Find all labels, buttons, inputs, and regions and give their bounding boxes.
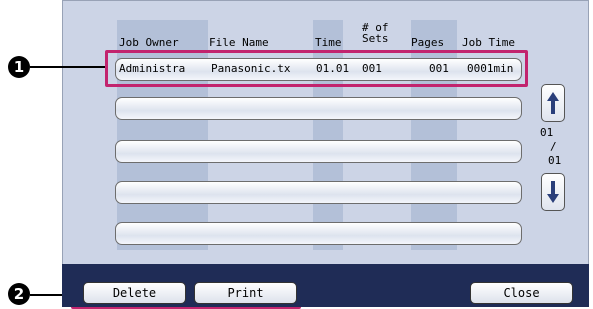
- arrow-down-icon: [547, 181, 559, 203]
- callout-badge-2: 2: [8, 283, 30, 305]
- scroll-down-button[interactable]: [541, 173, 565, 211]
- scroll-up-button[interactable]: [541, 84, 565, 122]
- callout-line-1: [30, 66, 105, 68]
- header-pages: Pages: [411, 36, 445, 49]
- header-sets-line2: Sets: [362, 32, 389, 45]
- page-separator: /: [550, 140, 557, 153]
- row-highlight-frame: [105, 50, 528, 87]
- page-current: 01: [540, 126, 554, 139]
- job-row-empty[interactable]: [115, 222, 522, 245]
- callout-badge-1: 1: [8, 56, 30, 78]
- header-time: Time: [315, 36, 342, 49]
- header-file-name: File Name: [209, 36, 269, 49]
- header-job-owner: Job Owner: [119, 36, 179, 49]
- page-total: 01: [548, 154, 562, 167]
- delete-button[interactable]: Delete: [83, 282, 186, 304]
- close-button[interactable]: Close: [470, 282, 573, 304]
- job-row-empty[interactable]: [115, 140, 522, 163]
- print-button[interactable]: Print: [194, 282, 297, 304]
- job-row-empty[interactable]: [115, 181, 522, 204]
- arrow-up-icon: [547, 92, 559, 114]
- header-job-time: Job Time: [462, 36, 515, 49]
- job-row-empty[interactable]: [115, 97, 522, 120]
